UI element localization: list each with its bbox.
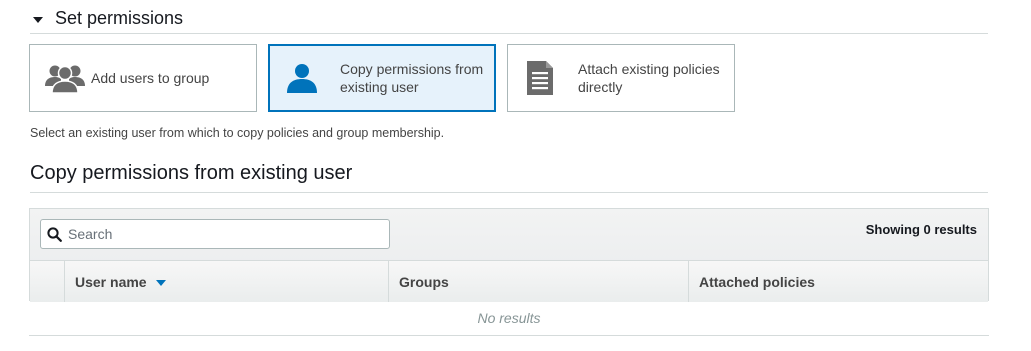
empty-table-row: No results [29,301,989,336]
copy-permissions-header: Copy permissions from existing user [30,160,988,193]
set-permissions-header[interactable]: Set permissions [30,4,988,34]
column-header-groups[interactable]: Groups [389,261,689,302]
user-icon [280,58,324,98]
search-input[interactable] [66,225,370,243]
no-results-text: No results [477,310,541,326]
tile-label: Attach existing policies directly [578,61,720,95]
tile-add-users-to-group[interactable]: Add users to group [29,44,257,112]
select-column-header [30,261,65,302]
hint-text: Select an existing user from which to co… [30,126,445,140]
search-box[interactable] [40,219,390,249]
column-header-user-name[interactable]: User name [65,261,389,302]
tile-label: Add users to group [91,70,210,86]
section-title: Set permissions [55,8,184,28]
results-count: Showing 0 results [865,222,977,237]
user-group-icon [43,58,87,98]
subsection-title: Copy permissions from existing user [30,162,353,184]
tile-label: Copy permissions from existing user [340,61,484,95]
sort-caret-icon[interactable] [155,279,166,286]
caret-down-icon[interactable] [33,16,43,23]
column-label: Groups [399,273,449,290]
column-label: Attached policies [699,273,815,290]
tile-attach-policies[interactable]: Attach existing policies directly [507,44,735,112]
column-label: User name [75,273,147,290]
column-header-attached-policies[interactable]: Attached policies [689,261,988,302]
table-header-row: User name Groups Attached policies [30,260,988,302]
permission-options: Add users to group Copy permissions from… [29,44,735,112]
document-icon [518,58,562,98]
users-table-panel: Showing 0 results User name Groups Attac… [29,208,989,302]
search-icon [47,226,62,242]
tile-copy-permissions[interactable]: Copy permissions from existing user [268,44,496,112]
